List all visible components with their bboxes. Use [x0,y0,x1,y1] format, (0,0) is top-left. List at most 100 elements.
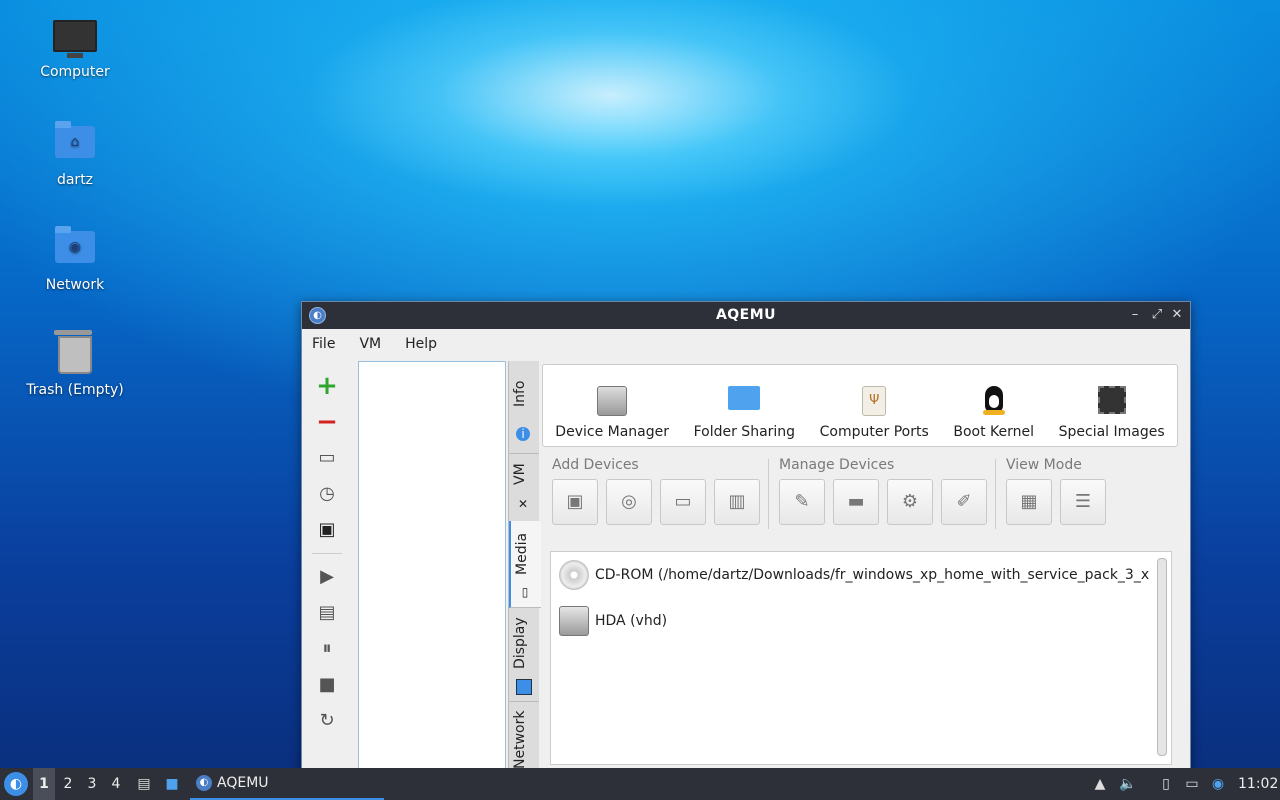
save-icon[interactable]: ▤ [312,598,342,628]
add-hdd-button[interactable]: ▭ [660,479,706,525]
delete-vm-icon[interactable]: − [312,407,342,437]
add-devices-group: Add Devices ▣ ◎ ▭ ▥ [552,457,760,525]
device-category-bar: Device Manager Folder Sharing Ψ Computer… [542,364,1178,447]
side-tabs: Info i VM ✕ Media ▯ Display Network [508,361,541,770]
icon-view-button[interactable]: ▦ [1006,479,1052,525]
cdrom-icon [559,560,589,590]
view-mode-group: View Mode ▦ ☰ [1006,457,1106,525]
folder-sharing-button[interactable]: Folder Sharing [694,380,795,440]
file-manager-launcher-icon[interactable]: ▤ [134,774,154,794]
menu-help[interactable]: Help [405,336,437,352]
aqemu-window: ◐ AQEMU – ⤢ ✕ File VM Help + − ▭ ◷ ▣ ▶ ▤… [301,301,1191,771]
tab-network[interactable]: Network [509,701,539,770]
remove-device-button[interactable]: ▬ [833,479,879,525]
hard-disk-icon: ▭ [674,491,692,512]
start-menu-icon[interactable]: ◐ [4,772,28,796]
trash-icon [53,330,97,376]
menu-bar: File VM Help [302,329,1190,359]
tray-up-icon[interactable]: ▲ [1090,774,1110,794]
desktop-icon-network[interactable]: ◉ Network [20,226,130,293]
clock-icon[interactable]: ◷ [312,479,342,509]
tab-vm[interactable]: VM ✕ [509,453,539,522]
vm-list[interactable] [358,361,506,770]
device-label: HDA (vhd) [595,613,668,629]
clipboard-icon[interactable]: ▯ [1156,774,1176,794]
usb-icon: Ψ [857,386,891,418]
home-folder-icon: ⌂ [53,121,97,166]
tab-info[interactable]: Info i [509,361,539,454]
chip-icon [1095,386,1129,418]
device-list-scrollbar[interactable] [1157,558,1167,756]
play-icon[interactable]: ▶ [312,562,342,592]
clock[interactable]: 11:02 [1238,776,1278,792]
title-bar[interactable]: ◐ AQEMU – ⤢ ✕ [302,302,1190,329]
list-item[interactable]: HDA (vhd) [559,606,1149,636]
info-icon: i [516,427,530,441]
menu-vm[interactable]: VM [359,336,381,352]
vm-disk-icon[interactable]: ▭ [312,443,342,473]
taskbar-app-aqemu[interactable]: ◐ AQEMU [190,768,384,800]
rename-device-button[interactable]: ✐ [941,479,987,525]
folder-icon [727,386,761,418]
network-folder-icon: ◉ [53,226,97,271]
desktop-icon-computer[interactable]: Computer [20,18,130,80]
special-images-button[interactable]: Special Images [1059,383,1165,440]
workspace-3[interactable]: 3 [81,768,103,800]
storage-icon: ▥ [728,491,746,512]
floppy-icon: ▣ [566,491,584,512]
reset-icon[interactable]: ↻ [312,706,342,736]
update-notifier-icon[interactable]: ◉ [1208,774,1228,794]
hard-disk-icon [559,606,589,636]
device-actions: Add Devices ▣ ◎ ▭ ▥ Manage Devices ✎ ▬ ⚙… [550,457,1176,537]
edit-icon: ✐ [956,491,972,512]
menu-file[interactable]: File [312,336,335,352]
volume-icon[interactable]: 🔈 [1118,774,1138,794]
device-list[interactable]: CD-ROM (/home/dartz/Downloads/fr_windows… [550,551,1172,765]
desktop-icon-label: Network [45,277,105,293]
add-device-button[interactable]: ▥ [714,479,760,525]
minimize-button[interactable]: – [1126,306,1144,324]
workspace-2[interactable]: 2 [57,768,79,800]
network-icon[interactable]: ▭ [1182,774,1202,794]
computer-ports-button[interactable]: Ψ Computer Ports [820,386,929,440]
desktop-icon-trash[interactable]: Trash (Empty) [20,330,130,398]
toolbar-separator [312,553,342,554]
show-desktop-icon[interactable]: ■ [162,774,182,794]
display-icon [516,679,532,695]
edit-device-button[interactable]: ✎ [779,479,825,525]
device-settings-button[interactable]: ⚙ [887,479,933,525]
close-button[interactable]: ✕ [1168,306,1186,324]
device-manager-button[interactable]: Device Manager [555,386,669,440]
pause-icon[interactable]: ⏸ [312,634,342,664]
list-item[interactable]: CD-ROM (/home/dartz/Downloads/fr_windows… [559,560,1149,590]
tux-icon [977,386,1011,418]
desktop-icon-label: Computer [40,64,110,80]
window-title: AQEMU [715,307,777,323]
vm-toolbar: + − ▭ ◷ ▣ ▶ ▤ ⏸ ■ ↻ [310,365,344,770]
add-cdrom-button[interactable]: ◎ [606,479,652,525]
desktop-icon-home[interactable]: ⌂ dartz [20,121,130,188]
hard-disk-icon [595,386,629,418]
boot-kernel-button[interactable]: Boot Kernel [953,384,1034,440]
computer-icon [53,18,97,58]
maximize-button[interactable]: ⤢ [1148,306,1166,324]
tab-media[interactable]: Media ▯ [509,521,541,608]
media-icon: ▯ [521,585,529,599]
minus-bar-icon: ▬ [847,491,865,512]
cdrom-icon: ◎ [621,491,637,512]
tools-icon: ✕ [517,497,529,511]
terminal-icon[interactable]: ▣ [312,515,342,545]
workspace-4[interactable]: 4 [105,768,127,800]
gear-play-icon: ⚙ [901,491,919,512]
add-vm-icon[interactable]: + [312,371,342,401]
stop-icon[interactable]: ■ [312,670,342,700]
grid-view-icon: ▦ [1020,491,1038,512]
group-separator [768,459,769,529]
pencil-icon: ✎ [794,491,810,512]
tab-display[interactable]: Display [509,607,539,702]
list-view-button[interactable]: ☰ [1060,479,1106,525]
add-floppy-button[interactable]: ▣ [552,479,598,525]
media-panel: Device Manager Folder Sharing Ψ Computer… [540,361,1184,770]
workspace-1[interactable]: 1 [33,768,55,800]
desktop-icon-label: Trash (Empty) [26,382,124,398]
